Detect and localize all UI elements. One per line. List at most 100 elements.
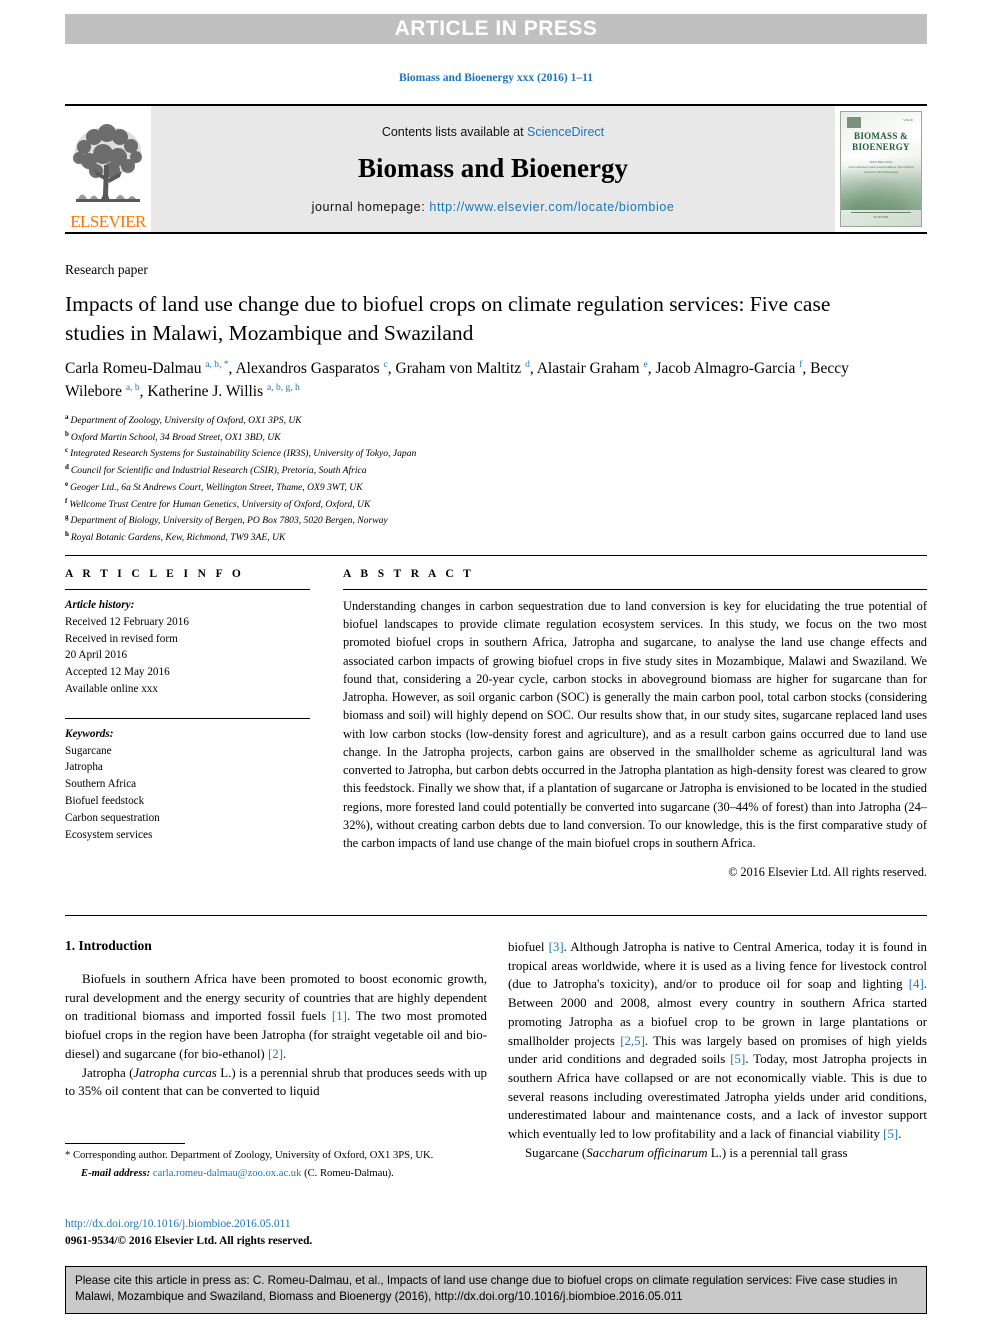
author-affiliation-mark: a, b, g, h [267, 383, 300, 394]
affiliation-marker: b [65, 429, 69, 438]
article-info-section: A R T I C L E I N F O Article history: R… [65, 568, 310, 843]
document-type-label: Research paper [65, 262, 148, 277]
affiliation-text: Royal Botanic Gardens, Kew, Richmond, TW… [70, 532, 286, 544]
author-separator: , [387, 360, 396, 378]
article-history-item: Accepted 12 May 2016 [65, 666, 170, 679]
citation-ref-6[interactable]: [5] [730, 1052, 745, 1066]
divider-above-abstract [65, 555, 927, 556]
intro-p1-part-c: . [282, 1046, 287, 1061]
keyword-item: Carbon sequestration [65, 811, 160, 824]
footnote-section: * Corresponding author. Department of Zo… [65, 1143, 487, 1181]
article-history-item: Available online xxx [65, 682, 158, 695]
body-column-right: biofuel [3]. Although Jatropha is native… [508, 938, 927, 1162]
citation-ref-5[interactable]: [2,5] [620, 1034, 645, 1048]
keyword-item: Ecosystem services [65, 828, 153, 841]
affiliation-marker: c [65, 446, 69, 455]
citation-ref-7[interactable]: [5] [883, 1127, 898, 1141]
species-name-jatropha: Jatropha curcas [133, 1065, 217, 1080]
article-in-press-banner: ARTICLE IN PRESS [65, 14, 927, 44]
page-title: Impacts of land use change due to biofue… [65, 292, 831, 345]
journal-cover-thumbnail[interactable]: VOL 00 BIOMASS & BIOENERGY ISSN 0961-953… [835, 106, 927, 232]
author-separator: , [529, 360, 537, 378]
citation-ref-3[interactable]: [3] [549, 940, 564, 954]
corresponding-author-note: * Corresponding author. Department of Zo… [65, 1150, 434, 1161]
article-history-item: Received in revised form [65, 632, 178, 645]
introduction-text-left: Biofuels in southern Africa have been pr… [65, 970, 487, 1101]
intro-paragraph-3: biofuel [3]. Although Jatropha is native… [508, 938, 927, 1144]
affiliation-marker: g [65, 513, 69, 522]
keyword-item: Sugarcane [65, 744, 112, 757]
author-list: Carla Romeu-Dalmau a, b, *, Alexandros G… [65, 358, 885, 404]
affiliation-marker: h [65, 530, 69, 539]
email-label: E-mail address: [81, 1168, 151, 1180]
keywords-rule [65, 717, 310, 719]
article-info-heading: A R T I C L E I N F O [65, 568, 245, 580]
author-name: Graham von Maltitz [395, 360, 526, 378]
intro-paragraph-1: Biofuels in southern Africa have been pr… [65, 970, 487, 1064]
affiliation-text: Department of Biology, University of Ber… [70, 515, 388, 527]
homepage-url-link[interactable]: http://www.elsevier.com/locate/biombioe [429, 200, 674, 214]
footnote-divider [65, 1143, 185, 1144]
citation-ref-1[interactable]: [1] [332, 1009, 347, 1023]
affiliation-item: b Oxford Martin School, 34 Broad Street, … [65, 429, 885, 446]
email-link[interactable]: carla.romeu-dalmau@zoo.ox.ac.uk [153, 1168, 302, 1179]
citation-notice-box: Please cite this article in press as: C.… [65, 1266, 927, 1314]
journal-masthead: ELSEVIER Contents lists available at Sci… [65, 104, 927, 234]
affiliation-text: Wellcome Trust Centre for Human Genetics… [69, 498, 371, 510]
article-history-item: 20 April 2016 [65, 649, 128, 662]
affiliation-text: Geoger Ltd., 6a St Andrews Court, Wellin… [70, 482, 363, 494]
contents-prefix: Contents lists available at [381, 124, 528, 139]
sciencedirect-link[interactable]: ScienceDirect [527, 125, 604, 139]
intro-p3-part-a: biofuel [508, 940, 549, 954]
contents-available-line: Contents lists available at ScienceDirec… [382, 125, 604, 139]
keyword-item: Biofuel feedstock [65, 794, 145, 807]
introduction-text-right: biofuel [3]. Although Jatropha is native… [508, 938, 927, 1162]
intro-p2-part-a: Jatropha ( [82, 1065, 134, 1080]
article-history-item: Received 12 February 2016 [65, 615, 189, 628]
keyword-item: Jatropha [65, 761, 103, 774]
affiliation-item: c Integrated Research Systems for Sustain… [65, 445, 885, 462]
citation-ref-4[interactable]: [4] [909, 977, 924, 991]
affiliation-item: e Geoger Ltd., 6a St Andrews Court, Welli… [65, 479, 885, 496]
article-history-label: Article history: [65, 599, 135, 611]
affiliation-marker: e [65, 479, 69, 488]
intro-p4-part-b: L.) is a perennial tall grass [707, 1145, 848, 1160]
cover-volume-code: VOL 00 [903, 118, 913, 122]
affiliation-text: Department of Zoology, University of Oxf… [70, 415, 302, 427]
cover-title: BIOMASS & BIOENERGY [852, 131, 910, 153]
affiliation-text: Oxford Martin School, 34 Broad Street, O… [70, 431, 281, 443]
affiliation-item: f Wellcome Trust Centre for Human Genetic… [65, 496, 885, 513]
cover-logo-block [847, 117, 861, 128]
abstract-rule [343, 589, 927, 590]
doi-block: http://dx.doi.org/10.1016/j.biombioe.201… [65, 1216, 495, 1249]
cover-footer: ELSEVIER [851, 212, 911, 219]
author-affiliation-mark: a, b, * [205, 360, 229, 370]
intro-paragraph-4: Sugarcane (Saccharum officinarum L.) is … [508, 1144, 927, 1163]
citation-notice-text: Please cite this article in press as: C.… [75, 1274, 898, 1304]
introduction-heading: 1. Introduction [65, 938, 152, 953]
journal-reference-line[interactable]: Biomass and Bioenergy xxx (2016) 1–11 [0, 72, 992, 84]
article-in-press-label: ARTICLE IN PRESS [394, 17, 598, 40]
author-name: Alexandros Gasparatos [235, 360, 384, 378]
email-note: E-mail address: carla.romeu-dalmau@zoo.o… [65, 1166, 487, 1181]
email-suffix: (C. Romeu-Dalmau). [304, 1168, 394, 1180]
journal-title: Biomass and Bioenergy [357, 152, 629, 183]
affiliation-marker: f [65, 496, 68, 505]
affiliation-item: a Department of Zoology, University of Ox… [65, 412, 885, 429]
author-name: Jacob Almagro-Garcia [655, 360, 800, 378]
doi-link[interactable]: http://dx.doi.org/10.1016/j.biombioe.201… [65, 1216, 495, 1233]
elsevier-logo: ELSEVIER [65, 106, 151, 232]
abstract-section: A B S T R A C T Understanding changes in… [343, 568, 927, 880]
intro-p4-part-a: Sugarcane ( [525, 1145, 587, 1160]
author-name: Alastair Graham [536, 360, 644, 378]
affiliation-item: d Council for Scientific and Industrial R… [65, 462, 885, 479]
article-info-rule [65, 589, 310, 590]
elsevier-tree-icon [73, 124, 142, 202]
cover-artwork [841, 158, 921, 210]
homepage-label: journal homepage: [311, 199, 430, 214]
citation-ref-2[interactable]: [2] [268, 1047, 283, 1061]
keyword-items: Sugarcane Jatropha Southern Africa Biofuel … [65, 743, 310, 844]
intro-paragraph-2: Jatropha (Jatropha curcas L.) is a peren… [65, 1064, 487, 1101]
affiliation-item: g Department of Biology, University of Be… [65, 512, 885, 529]
intro-p3-part-f: . [898, 1127, 902, 1142]
